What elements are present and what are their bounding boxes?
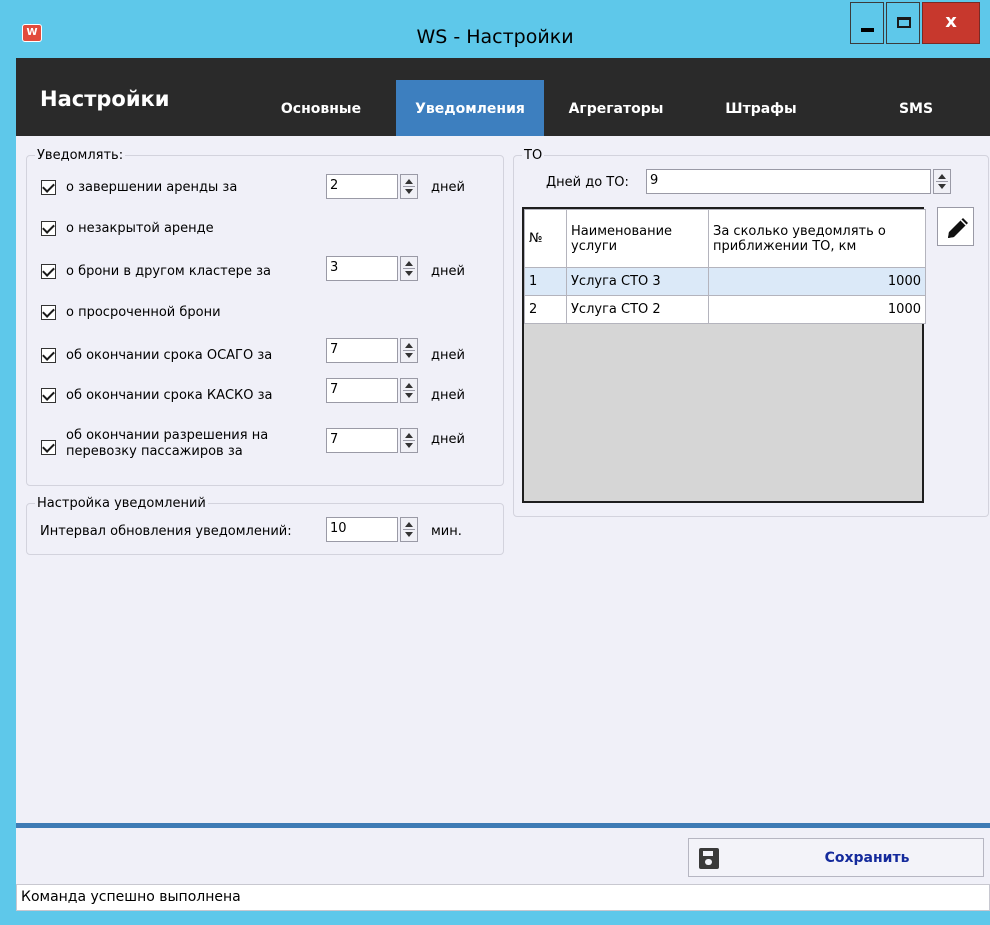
column-header-number[interactable]: № <box>524 209 567 268</box>
notify-booking-other-cluster-checkbox[interactable] <box>41 264 56 279</box>
spin-down-icon <box>938 184 946 189</box>
spin-up-icon <box>405 522 413 527</box>
notify-rent-end-label: о завершении аренды за <box>66 180 238 195</box>
notify-overdue-booking-label: о просроченной брони <box>66 305 221 320</box>
tab-notifications[interactable]: Уведомления <box>396 80 544 136</box>
cell-number: 1 <box>524 267 567 296</box>
refresh-interval-unit: мин. <box>431 524 462 539</box>
settings-header: Настройки Основные Уведомления Агрегатор… <box>16 58 990 136</box>
cell-notify-km: 1000 <box>708 267 926 296</box>
kasko-days-spinner[interactable] <box>400 378 418 403</box>
osago-days-spinner[interactable] <box>400 338 418 363</box>
days-to-maintenance-spinner[interactable] <box>933 169 951 194</box>
maintenance-group-legend: ТО <box>524 148 543 163</box>
passenger-permit-days-input[interactable]: 7 <box>326 428 398 453</box>
notify-rent-end-checkbox[interactable] <box>41 180 56 195</box>
close-button[interactable]: x <box>922 2 980 44</box>
notify-kasko-checkbox[interactable] <box>41 388 56 403</box>
page-title: Настройки <box>40 87 170 111</box>
notify-unclosed-rent-checkbox[interactable] <box>41 221 56 236</box>
status-text: Команда успешно выполнена <box>21 889 241 905</box>
tab-fines[interactable]: Штрафы <box>706 80 816 136</box>
pencil-icon <box>948 218 968 238</box>
cell-notify-km: 1000 <box>708 295 926 324</box>
application-window: W WS - Настройки x Настройки Основные Ув… <box>0 0 990 925</box>
spin-up-icon <box>405 261 413 266</box>
days-to-maintenance-input[interactable]: 9 <box>646 169 931 194</box>
notify-overdue-booking-checkbox[interactable] <box>41 305 56 320</box>
spin-down-icon <box>405 189 413 194</box>
passenger-permit-days-spinner[interactable] <box>400 428 418 453</box>
refresh-interval-input[interactable]: 10 <box>326 517 398 542</box>
notify-unclosed-rent-label: о незакрытой аренде <box>66 221 214 236</box>
title-bar[interactable]: W WS - Настройки x <box>0 0 990 58</box>
tab-sms[interactable]: SMS <box>861 80 971 136</box>
client-area: Настройки Основные Уведомления Агрегатор… <box>16 58 990 925</box>
spin-down-icon <box>405 532 413 537</box>
table-row[interactable]: 1 Услуга СТО 3 1000 <box>524 267 926 296</box>
cell-service-name: Услуга СТО 3 <box>566 267 709 296</box>
passenger-permit-days-unit: дней <box>431 432 465 447</box>
spin-down-icon <box>405 271 413 276</box>
booking-other-cluster-days-input[interactable]: 3 <box>326 256 398 281</box>
table-row[interactable]: 2 Услуга СТО 2 1000 <box>524 295 926 324</box>
osago-days-input[interactable]: 7 <box>326 338 398 363</box>
column-header-service-name[interactable]: Наименование услуги <box>566 209 709 268</box>
cell-service-name: Услуга СТО 2 <box>566 295 709 324</box>
spin-up-icon <box>938 174 946 179</box>
notify-booking-other-cluster-label: о брони в другом кластере за <box>66 264 271 279</box>
footer-divider <box>16 823 990 828</box>
save-button-label: Сохранить <box>824 850 910 866</box>
tab-main[interactable]: Основные <box>261 80 381 136</box>
notification-settings-legend: Настройка уведомлений <box>37 496 206 511</box>
spin-down-icon <box>405 393 413 398</box>
column-header-notify-km[interactable]: За сколько уведомлять о приближении ТО, … <box>708 209 926 268</box>
minimize-button[interactable] <box>850 2 884 44</box>
rent-end-days-input[interactable]: 2 <box>326 174 398 199</box>
maximize-icon <box>897 17 911 28</box>
notify-kasko-label: об окончании срока КАСКО за <box>66 388 273 403</box>
refresh-interval-spinner[interactable] <box>400 517 418 542</box>
rent-end-days-spinner[interactable] <box>400 174 418 199</box>
notify-group-legend: Уведомлять: <box>37 148 124 163</box>
spin-up-icon <box>405 343 413 348</box>
spin-up-icon <box>405 433 413 438</box>
spin-down-icon <box>405 353 413 358</box>
cell-number: 2 <box>524 295 567 324</box>
spin-up-icon <box>405 383 413 388</box>
spin-down-icon <box>405 443 413 448</box>
osago-days-unit: дней <box>431 348 465 363</box>
notify-passenger-permit-label-line2: перевозку пассажиров за <box>66 444 243 459</box>
tab-aggregators[interactable]: Агрегаторы <box>551 80 681 136</box>
maintenance-services-table[interactable]: № Наименование услуги За сколько уведомл… <box>522 207 926 503</box>
days-to-maintenance-label: Дней до ТО: <box>546 175 629 190</box>
spin-up-icon <box>405 179 413 184</box>
kasko-days-input[interactable]: 7 <box>326 378 398 403</box>
booking-other-cluster-days-unit: дней <box>431 264 465 279</box>
window-title: WS - Настройки <box>416 26 574 48</box>
kasko-days-unit: дней <box>431 388 465 403</box>
notify-passenger-permit-label-line1: об окончании разрешения на <box>66 428 269 443</box>
rent-end-days-unit: дней <box>431 180 465 195</box>
window-bottom-border <box>16 911 990 925</box>
edit-services-button[interactable] <box>937 207 974 246</box>
booking-other-cluster-days-spinner[interactable] <box>400 256 418 281</box>
maximize-button[interactable] <box>886 2 920 44</box>
minimize-icon <box>861 28 874 32</box>
notify-osago-checkbox[interactable] <box>41 348 56 363</box>
refresh-interval-label: Интервал обновления уведомлений: <box>40 524 292 539</box>
table-header-row: № Наименование услуги За сколько уведомл… <box>524 209 926 268</box>
save-button[interactable]: Сохранить <box>688 838 984 877</box>
status-bar: Команда успешно выполнена <box>16 884 990 911</box>
notify-osago-label: об окончании срока ОСАГО за <box>66 348 273 363</box>
notify-passenger-permit-checkbox[interactable] <box>41 440 56 455</box>
